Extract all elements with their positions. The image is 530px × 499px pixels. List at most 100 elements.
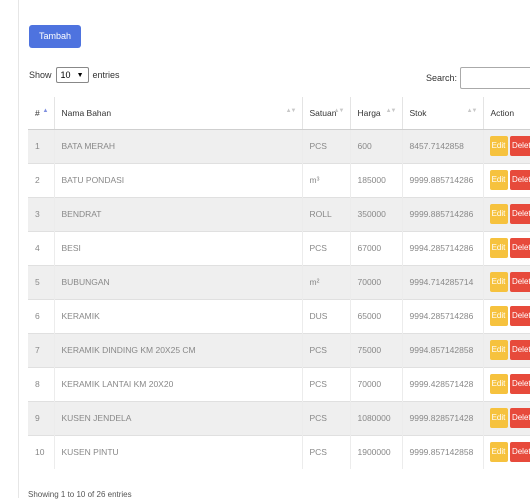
page-length-control: Show 10 ▼ entries bbox=[29, 67, 120, 83]
cell-actions: EditDelete bbox=[483, 333, 530, 367]
sort-asc-icon: ▲ bbox=[43, 108, 48, 114]
cell-unit: PCS bbox=[302, 231, 350, 265]
entries-label: entries bbox=[93, 70, 120, 80]
cell-unit: m² bbox=[302, 265, 350, 299]
content-divider bbox=[18, 0, 19, 498]
cell-number: 8 bbox=[28, 367, 54, 401]
cell-actions: EditDelete bbox=[483, 163, 530, 197]
cell-number: 2 bbox=[28, 163, 54, 197]
delete-button[interactable]: Delete bbox=[510, 204, 530, 224]
delete-button[interactable]: Delete bbox=[510, 374, 530, 394]
cell-name: KERAMIK bbox=[54, 299, 302, 333]
cell-unit: PCS bbox=[302, 367, 350, 401]
edit-button[interactable]: Edit bbox=[490, 374, 508, 394]
cell-stock: 8457.7142858 bbox=[402, 129, 483, 163]
add-data-button[interactable]: Tambah Data bbox=[29, 25, 81, 48]
cell-name: KERAMIK LANTAI KM 20X20 bbox=[54, 367, 302, 401]
delete-button[interactable]: Delete bbox=[510, 170, 530, 190]
cell-unit: PCS bbox=[302, 401, 350, 435]
edit-button[interactable]: Edit bbox=[490, 238, 508, 258]
delete-button[interactable]: Delete bbox=[510, 442, 530, 462]
cell-actions: EditDelete bbox=[483, 265, 530, 299]
sort-icon: ▲▼ bbox=[286, 108, 296, 114]
cell-number: 6 bbox=[28, 299, 54, 333]
cell-number: 3 bbox=[28, 197, 54, 231]
cell-stock: 9999.428571428 bbox=[402, 367, 483, 401]
col-header-action: Action bbox=[483, 97, 530, 129]
cell-actions: EditDelete bbox=[483, 231, 530, 265]
cell-name: BUBUNGAN bbox=[54, 265, 302, 299]
page-length-select[interactable]: 10 ▼ bbox=[56, 67, 89, 83]
cell-actions: EditDelete bbox=[483, 435, 530, 469]
cell-price: 67000 bbox=[350, 231, 402, 265]
delete-button[interactable]: Delete bbox=[510, 306, 530, 326]
edit-button[interactable]: Edit bbox=[490, 306, 508, 326]
col-header-name[interactable]: Nama Bahan▲▼ bbox=[54, 97, 302, 129]
edit-button[interactable]: Edit bbox=[490, 272, 508, 292]
cell-actions: EditDelete bbox=[483, 401, 530, 435]
cell-price: 75000 bbox=[350, 333, 402, 367]
cell-price: 1080000 bbox=[350, 401, 402, 435]
page-length-value: 10 bbox=[61, 70, 71, 80]
edit-button[interactable]: Edit bbox=[490, 204, 508, 224]
cell-name: BATA MERAH bbox=[54, 129, 302, 163]
cell-name: KUSEN PINTU bbox=[54, 435, 302, 469]
sort-icon: ▲▼ bbox=[467, 108, 477, 114]
cell-price: 350000 bbox=[350, 197, 402, 231]
delete-button[interactable]: Delete bbox=[510, 408, 530, 428]
cell-price: 70000 bbox=[350, 265, 402, 299]
col-header-stock[interactable]: Stok▲▼ bbox=[402, 97, 483, 129]
cell-name: BESI bbox=[54, 231, 302, 265]
cell-price: 1900000 bbox=[350, 435, 402, 469]
cell-actions: EditDelete bbox=[483, 299, 530, 333]
cell-actions: EditDelete bbox=[483, 197, 530, 231]
cell-number: 4 bbox=[28, 231, 54, 265]
cell-unit: ROLL bbox=[302, 197, 350, 231]
table-row: 2BATU PONDASIm³1850009999.885714286EditD… bbox=[28, 163, 530, 197]
search-control: Search: bbox=[426, 67, 530, 89]
table-row: 6KERAMIKDUS650009994.285714286EditDelete bbox=[28, 299, 530, 333]
cell-price: 70000 bbox=[350, 367, 402, 401]
cell-unit: DUS bbox=[302, 299, 350, 333]
cell-number: 9 bbox=[28, 401, 54, 435]
cell-name: KERAMIK DINDING KM 20X25 CM bbox=[54, 333, 302, 367]
cell-unit: PCS bbox=[302, 435, 350, 469]
delete-button[interactable]: Delete bbox=[510, 272, 530, 292]
col-header-number[interactable]: #▲ bbox=[28, 97, 54, 129]
delete-button[interactable]: Delete bbox=[510, 340, 530, 360]
cell-unit: m³ bbox=[302, 163, 350, 197]
edit-button[interactable]: Edit bbox=[490, 442, 508, 462]
table-row: 1BATA MERAHPCS6008457.7142858EditDelete bbox=[28, 129, 530, 163]
edit-button[interactable]: Edit bbox=[490, 170, 508, 190]
cell-name: BENDRAT bbox=[54, 197, 302, 231]
cell-stock: 9994.285714286 bbox=[402, 299, 483, 333]
cell-stock: 9994.857142858 bbox=[402, 333, 483, 367]
cell-stock: 9999.885714286 bbox=[402, 197, 483, 231]
sort-icon: ▲▼ bbox=[334, 108, 344, 114]
cell-number: 10 bbox=[28, 435, 54, 469]
cell-price: 600 bbox=[350, 129, 402, 163]
cell-number: 7 bbox=[28, 333, 54, 367]
cell-number: 5 bbox=[28, 265, 54, 299]
delete-button[interactable]: Delete bbox=[510, 238, 530, 258]
cell-stock: 9999.828571428 bbox=[402, 401, 483, 435]
table-row: 7KERAMIK DINDING KM 20X25 CMPCS750009994… bbox=[28, 333, 530, 367]
cell-actions: EditDelete bbox=[483, 129, 530, 163]
table-row: 8KERAMIK LANTAI KM 20X20PCS700009999.428… bbox=[28, 367, 530, 401]
chevron-down-icon: ▼ bbox=[77, 72, 84, 79]
edit-button[interactable]: Edit bbox=[490, 340, 508, 360]
table-row: 9KUSEN JENDELAPCS10800009999.828571428Ed… bbox=[28, 401, 530, 435]
edit-button[interactable]: Edit bbox=[490, 136, 508, 156]
search-input[interactable] bbox=[460, 67, 530, 89]
cell-name: BATU PONDASI bbox=[54, 163, 302, 197]
delete-button[interactable]: Delete bbox=[510, 136, 530, 156]
col-header-price[interactable]: Harga▲▼ bbox=[350, 97, 402, 129]
cell-stock: 9999.885714286 bbox=[402, 163, 483, 197]
cell-price: 65000 bbox=[350, 299, 402, 333]
cell-unit: PCS bbox=[302, 129, 350, 163]
col-header-unit[interactable]: Satuan▲▼ bbox=[302, 97, 350, 129]
table-row: 4BESIPCS670009994.285714286EditDelete bbox=[28, 231, 530, 265]
edit-button[interactable]: Edit bbox=[490, 408, 508, 428]
cell-actions: EditDelete bbox=[483, 367, 530, 401]
cell-price: 185000 bbox=[350, 163, 402, 197]
